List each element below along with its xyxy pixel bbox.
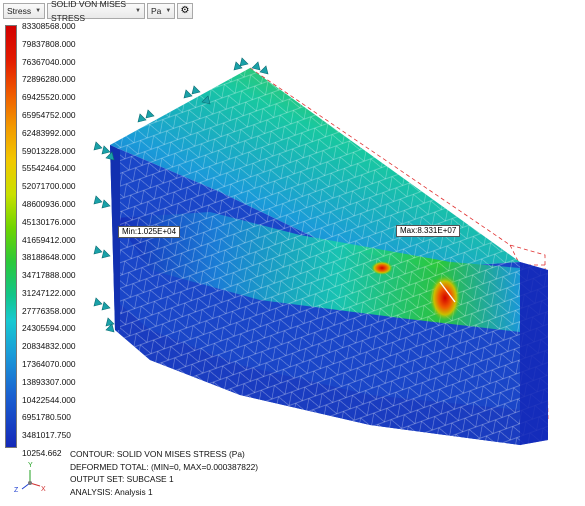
max-callout: Max:8.331E+07	[396, 225, 461, 237]
info-deformed: DEFORMED TOTAL: (MIN=0, MAX=0.000387822)	[70, 461, 259, 472]
triad-x-label: X	[41, 486, 46, 493]
result-info: CONTOUR: SOLID VON MISES STRESS (Pa) DEF…	[70, 448, 258, 498]
info-contour: CONTOUR: SOLID VON MISES STRESS (Pa)	[70, 449, 245, 459]
triad-y-label: Y	[28, 462, 33, 469]
info-analysis: ANALYSIS: Analysis 1	[70, 486, 153, 497]
info-output-set: OUTPUT SET: SUBCASE 1	[70, 474, 174, 484]
coordinate-triad: Y X Z	[14, 462, 46, 494]
fea-model-view[interactable]: Y X Z	[0, 0, 585, 506]
triad-z-label: Z	[14, 487, 19, 494]
min-callout: Min:1.025E+04	[118, 226, 181, 238]
